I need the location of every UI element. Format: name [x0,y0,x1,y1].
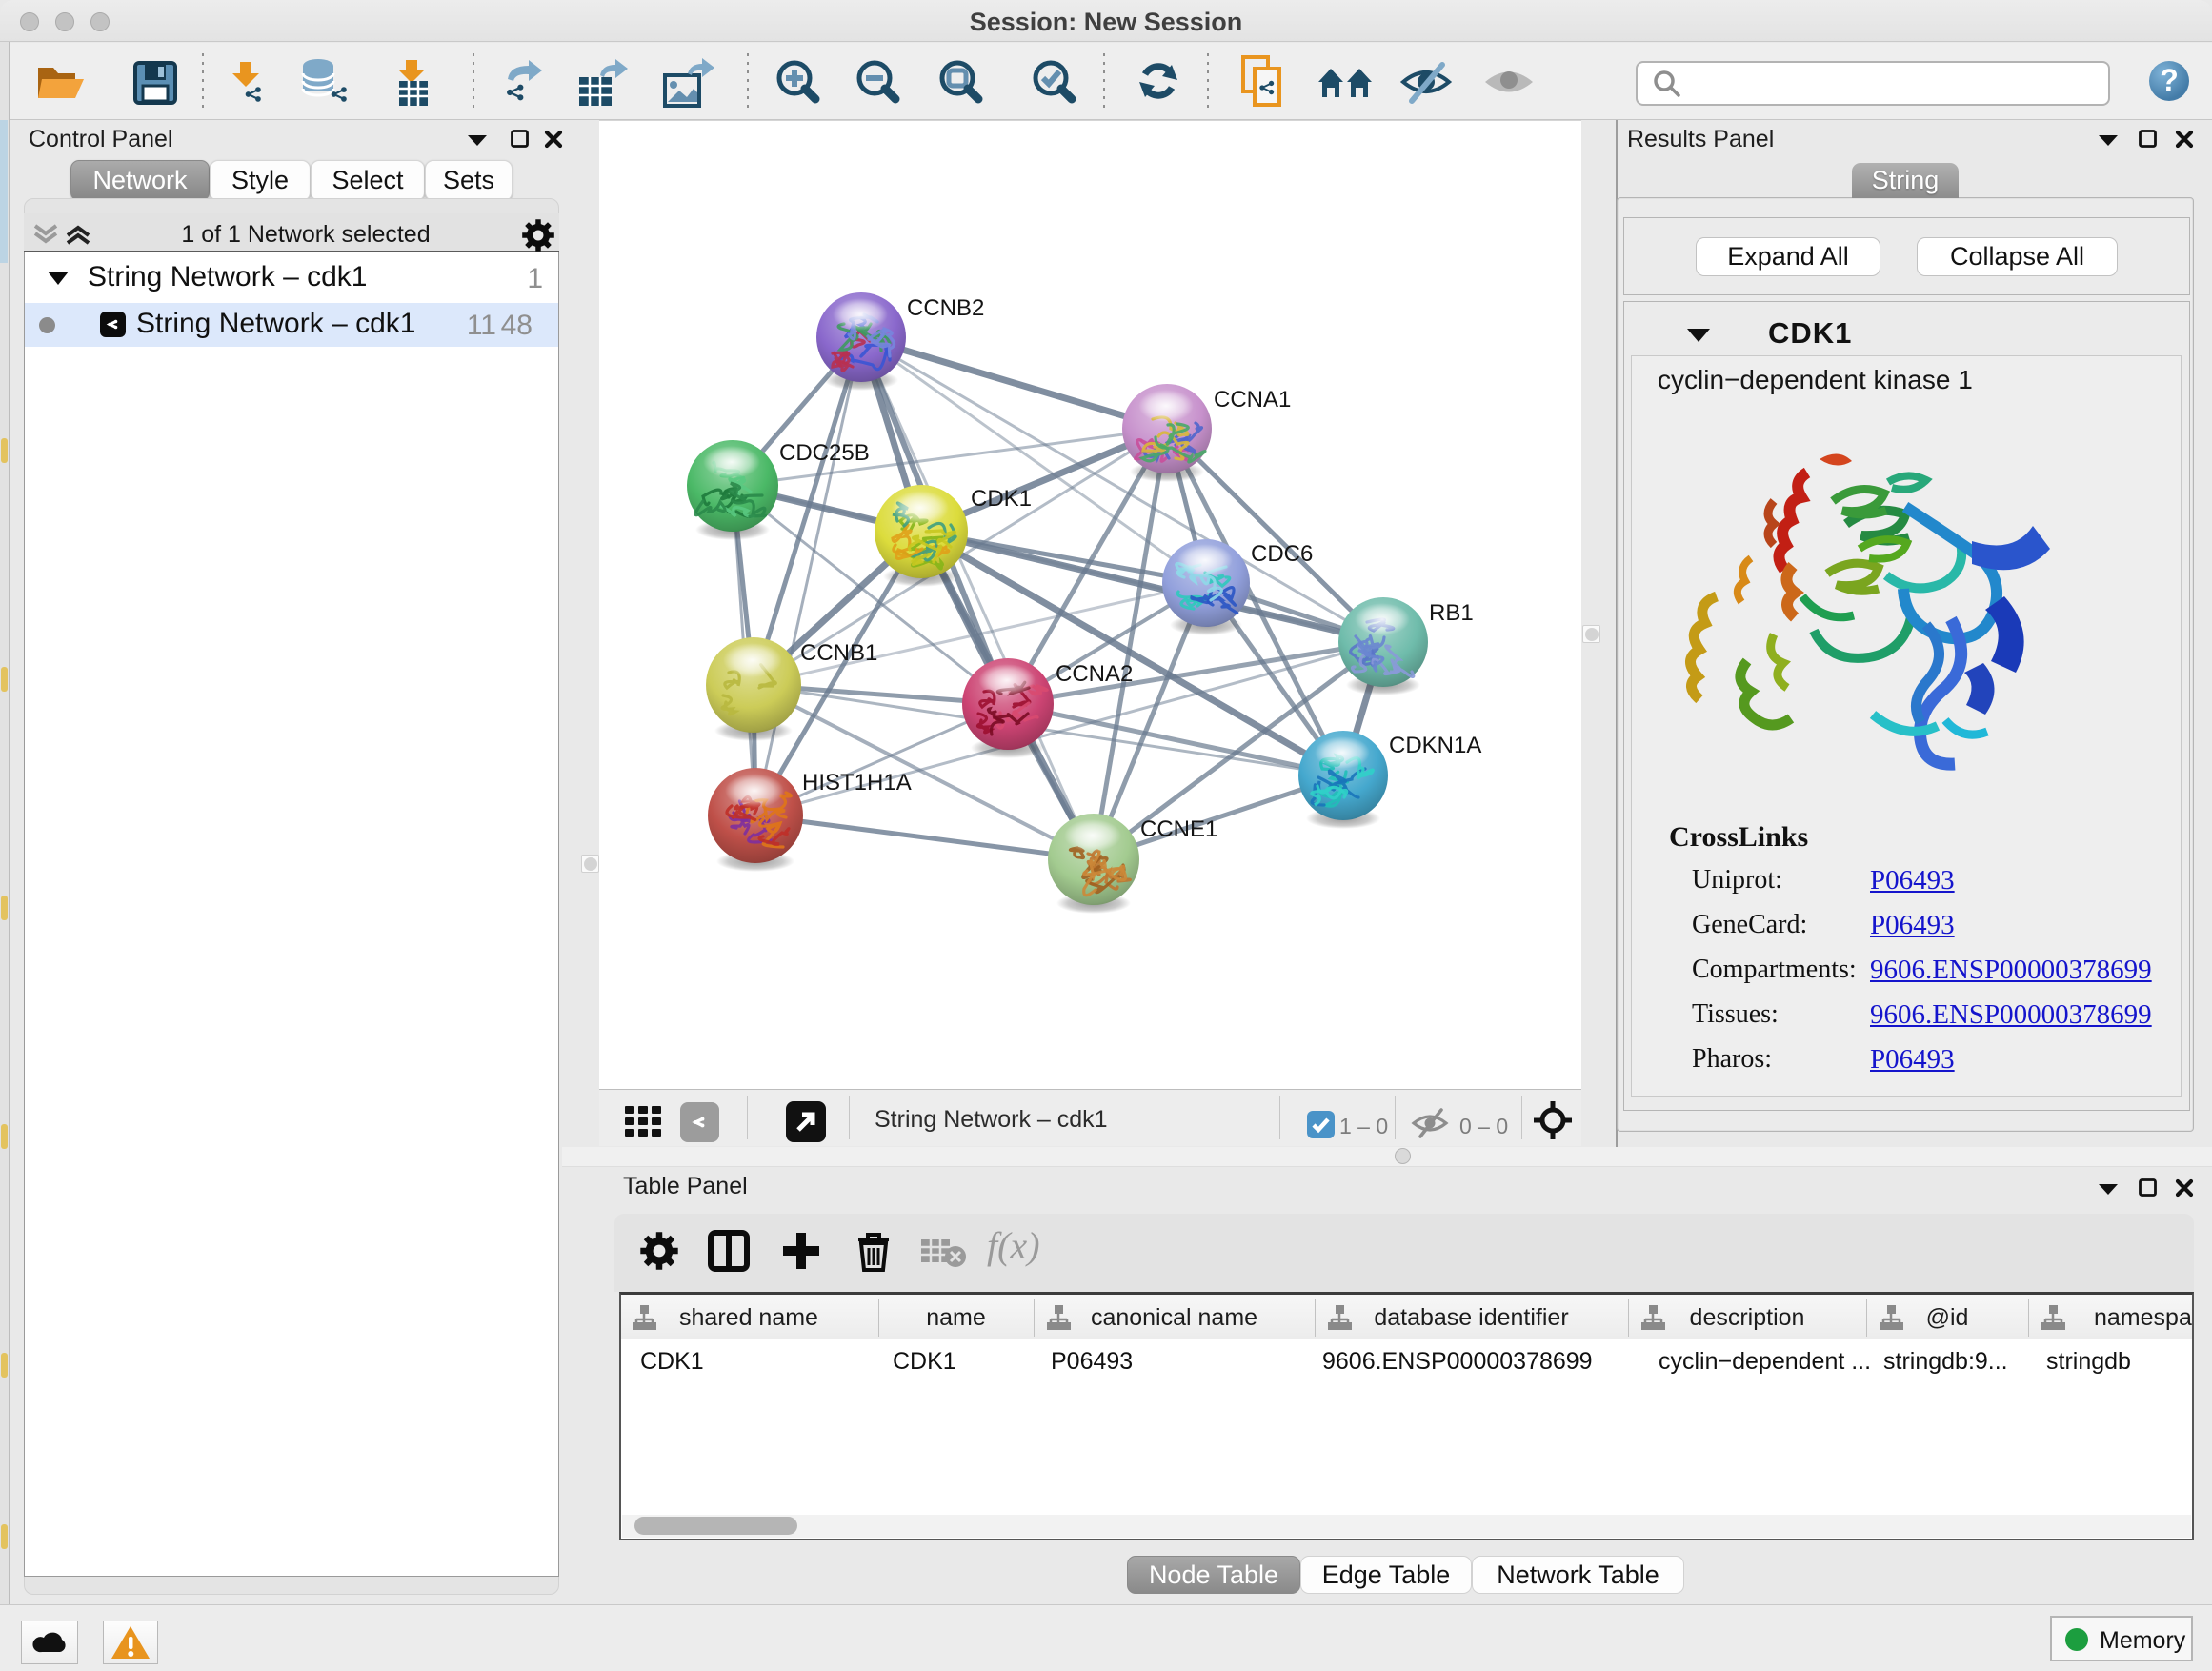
svg-text:CCNB1: CCNB1 [800,640,877,666]
svg-text:CDKN1A: CDKN1A [1389,733,1481,758]
svg-text:CDK1: CDK1 [971,486,1032,512]
svg-text:CDC25B: CDC25B [779,440,870,466]
svg-text:CCNB2: CCNB2 [907,295,984,321]
svg-text:CDC6: CDC6 [1251,541,1313,567]
svg-text:HIST1H1A: HIST1H1A [802,770,912,795]
svg-text:CCNE1: CCNE1 [1140,816,1217,842]
svg-text:RB1: RB1 [1429,600,1474,626]
svg-text:CCNA2: CCNA2 [1056,661,1133,687]
svg-text:CCNA1: CCNA1 [1214,387,1291,413]
